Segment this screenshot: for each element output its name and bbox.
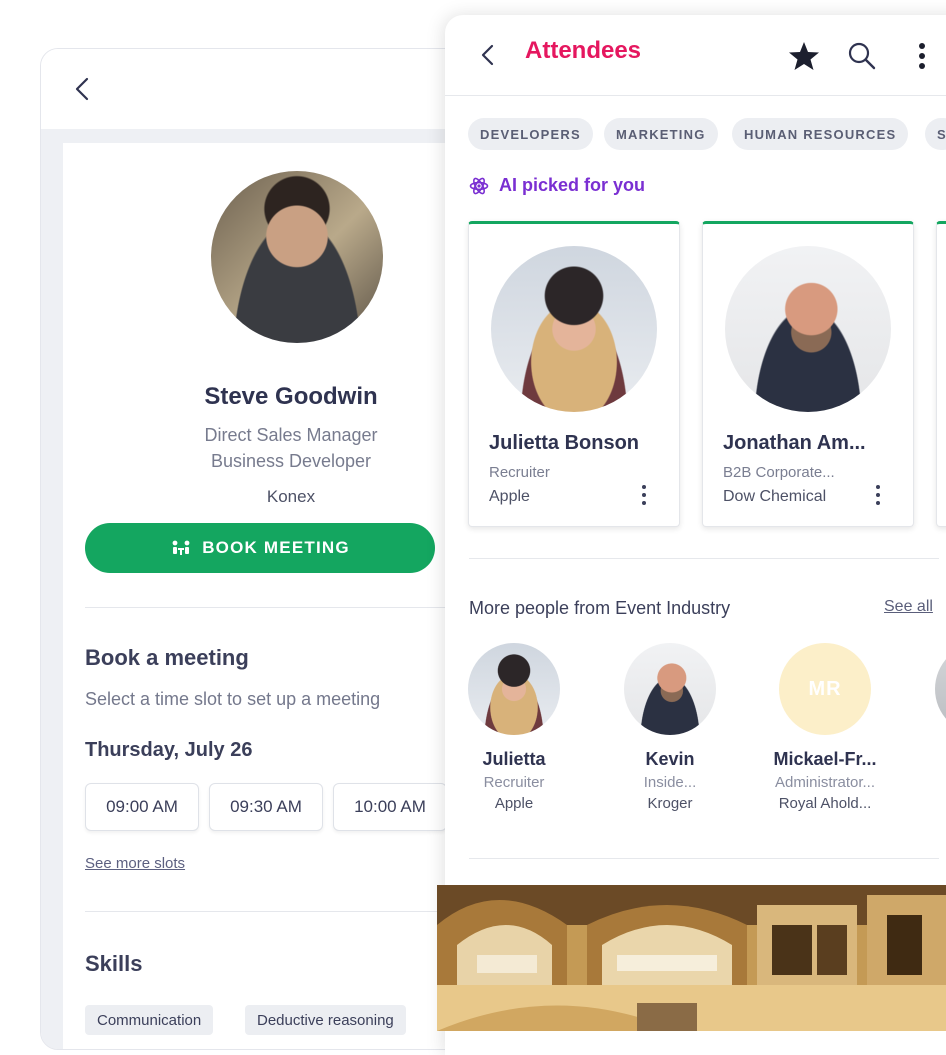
person-avatar (468, 643, 560, 735)
profile-topbar (41, 49, 501, 129)
attendee-avatar (491, 246, 657, 412)
book-meeting-title: Book a meeting (85, 645, 249, 670)
person-role: Administrator... (774, 774, 876, 791)
person-company: Royal Ahold... (778, 795, 872, 812)
person-name: Julietta (482, 749, 546, 769)
ai-picked-row: AI picked for you (469, 175, 645, 196)
attendee-card[interactable] (936, 221, 946, 527)
meeting-date: Thursday, July 26 (85, 739, 253, 761)
filter-chip-human-resources[interactable]: HUMAN RESOURCES (732, 118, 909, 150)
person-item[interactable]: Julietta Recruiter Apple (449, 643, 579, 812)
attendee-role: B2B Corporate... (723, 464, 835, 481)
person-avatar[interactable] (935, 643, 946, 735)
profile-avatar (211, 171, 383, 343)
time-slot[interactable]: 09:30 AM (209, 783, 323, 831)
atom-icon (469, 177, 489, 194)
book-meeting-label: BOOK MEETING (202, 538, 350, 557)
profile-role-secondary: Business Developer (210, 451, 372, 471)
person-name: Mickael-Fr... (773, 749, 877, 769)
attendee-name: Jonathan Am... (723, 432, 866, 454)
divider (85, 607, 465, 608)
see-more-slots-link[interactable]: See more slots (85, 855, 185, 872)
back-arrow-icon[interactable] (475, 41, 501, 69)
attendee-company: Apple (489, 488, 530, 505)
meeting-icon (172, 540, 190, 555)
filter-chip-developers[interactable]: DEVELOPERS (468, 118, 593, 150)
time-slot[interactable]: 09:00 AM (85, 783, 199, 831)
person-name: Kevin (645, 749, 695, 769)
back-arrow-icon[interactable] (69, 75, 97, 103)
more-vert-icon[interactable] (905, 39, 939, 73)
more-vert-icon[interactable] (639, 482, 649, 508)
person-item[interactable]: Kevin Inside... Kroger (605, 643, 735, 812)
filter-chip-marketing[interactable]: MARKETING (604, 118, 718, 150)
book-meeting-subtitle: Select a time slot to set up a meeting (85, 689, 381, 709)
ai-picked-label: AI picked for you (499, 175, 646, 195)
person-initials: MR (808, 677, 842, 700)
more-people-title: More people from Event Industry (469, 598, 731, 618)
time-slot[interactable]: 10:00 AM (333, 783, 447, 831)
profile-name: Steve Goodwin (204, 383, 378, 410)
person-role: Inside... (643, 774, 697, 791)
more-vert-icon[interactable] (873, 482, 883, 508)
attendee-role: Recruiter (489, 464, 550, 481)
attendee-avatar (725, 246, 891, 412)
skills-title: Skills (85, 951, 143, 976)
venue-photo (437, 885, 946, 1031)
divider (469, 558, 939, 559)
person-company: Apple (494, 795, 534, 812)
attendee-name: Julietta Bonson (489, 432, 640, 454)
profile-role: Direct Sales Manager (204, 425, 378, 445)
person-avatar (624, 643, 716, 735)
divider (469, 858, 939, 859)
person-item[interactable]: MR Mickael-Fr... Administrator... Royal … (760, 643, 890, 812)
person-company: Kroger (647, 795, 693, 812)
profile-panel: Steve Goodwin Direct Sales Manager Busin… (40, 48, 502, 1050)
person-initials-avatar: MR (779, 643, 871, 735)
attendee-card[interactable]: Jonathan Am... B2B Corporate... Dow Chem… (702, 221, 914, 527)
divider (85, 911, 465, 912)
book-meeting-button[interactable]: BOOK MEETING (85, 523, 435, 573)
person-role: Recruiter (483, 774, 545, 791)
filter-chip-partial[interactable]: S (925, 118, 946, 150)
search-icon[interactable] (845, 39, 879, 73)
attendee-company: Dow Chemical (723, 488, 827, 505)
attendee-card[interactable]: Julietta Bonson Recruiter Apple (468, 221, 680, 527)
star-icon[interactable] (787, 39, 821, 73)
see-all-link[interactable]: See all (884, 598, 933, 616)
attendees-title: Attendees (525, 37, 642, 64)
attendees-header: Attendees (445, 15, 946, 96)
profile-company: Konex (266, 487, 316, 506)
